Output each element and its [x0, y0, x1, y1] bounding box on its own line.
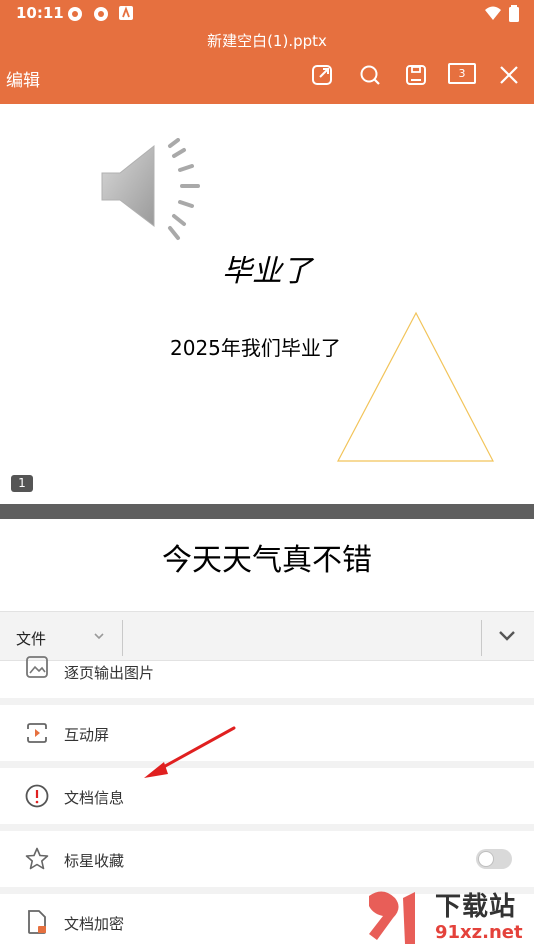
menu-divider [481, 620, 482, 656]
star-toggle-switch[interactable] [476, 849, 512, 869]
notification-app-icon [68, 7, 82, 21]
menu-item-label: 文档信息 [64, 789, 125, 807]
status-system-icons [484, 5, 520, 23]
slide-1-subtitle: 2025年我们毕业了 [170, 336, 341, 360]
list-gap [0, 824, 534, 831]
image-export-icon [26, 656, 48, 678]
triangle-shape [337, 311, 494, 462]
save-button[interactable] [403, 62, 429, 88]
save-icon [406, 65, 426, 85]
menu-item-document-info[interactable]: 文档信息 [0, 768, 534, 824]
menu-item-label: 标星收藏 [64, 852, 125, 870]
close-icon [500, 66, 518, 84]
status-time: 10:11 [16, 4, 64, 22]
file-tab[interactable]: 文件 [16, 628, 46, 649]
slide-1-title: 毕业了 [222, 254, 312, 289]
status-bar: 10:11 [0, 0, 534, 28]
interactive-screen-icon [27, 723, 47, 743]
menu-divider [122, 620, 123, 656]
close-button[interactable] [496, 62, 522, 88]
list-gap [0, 698, 534, 705]
watermark-brand: 下载站 [435, 892, 517, 922]
search-icon [360, 65, 380, 85]
speaker-icon [101, 138, 200, 240]
slide-number-badge: 1 [11, 475, 33, 492]
status-notification-icons [66, 5, 134, 23]
expand-chevron-icon[interactable] [496, 627, 518, 645]
wifi-icon [485, 6, 501, 20]
menu-item-label: 逐页输出图片 [64, 664, 155, 682]
menu-item-label: 互动屏 [64, 726, 110, 744]
slide-divider [0, 504, 534, 519]
toggle-knob [478, 851, 494, 867]
menu-item-interactive-screen[interactable]: 互动屏 [0, 705, 534, 761]
document-lock-icon [28, 910, 46, 934]
search-button[interactable] [357, 62, 383, 88]
notification-app-icon [94, 7, 108, 21]
star-icon [25, 847, 49, 870]
menu-item-label: 文档加密 [64, 915, 125, 933]
watermark-domain: 91xz.net [435, 922, 523, 943]
document-title: 新建空白(1).pptx [207, 32, 327, 50]
list-gap [0, 761, 534, 768]
top-header: 10:11 新建空白(1).pptx 编辑 3 [0, 0, 534, 104]
menu-item-star-favorite[interactable]: 标星收藏 [0, 831, 534, 887]
chevron-down-icon[interactable] [93, 631, 105, 641]
slide-1[interactable]: 毕业了 2025年我们毕业了 1 [0, 104, 534, 504]
info-icon [25, 784, 49, 808]
annotation-arrow [144, 726, 236, 778]
watermark-logo-icon [369, 891, 415, 944]
slide-2[interactable]: 今天天气真不错 [0, 519, 534, 611]
bottom-menu-bar: 文件 [0, 611, 534, 661]
battery-icon [509, 5, 519, 22]
edit-button[interactable]: 编辑 [6, 66, 40, 91]
slide-2-title: 今天天气真不错 [162, 543, 372, 578]
notification-a-icon [119, 6, 133, 20]
share-button[interactable] [309, 62, 335, 88]
app-screen: 10:11 新建空白(1).pptx 编辑 3 毕业了 2025年我们毕业了 1… [0, 0, 534, 950]
menu-item-export-images[interactable]: 逐页输出图片 [0, 656, 534, 698]
share-icon [312, 65, 332, 85]
page-count-button[interactable]: 3 [448, 63, 476, 84]
site-watermark: 下载站 91xz.net [363, 884, 534, 950]
